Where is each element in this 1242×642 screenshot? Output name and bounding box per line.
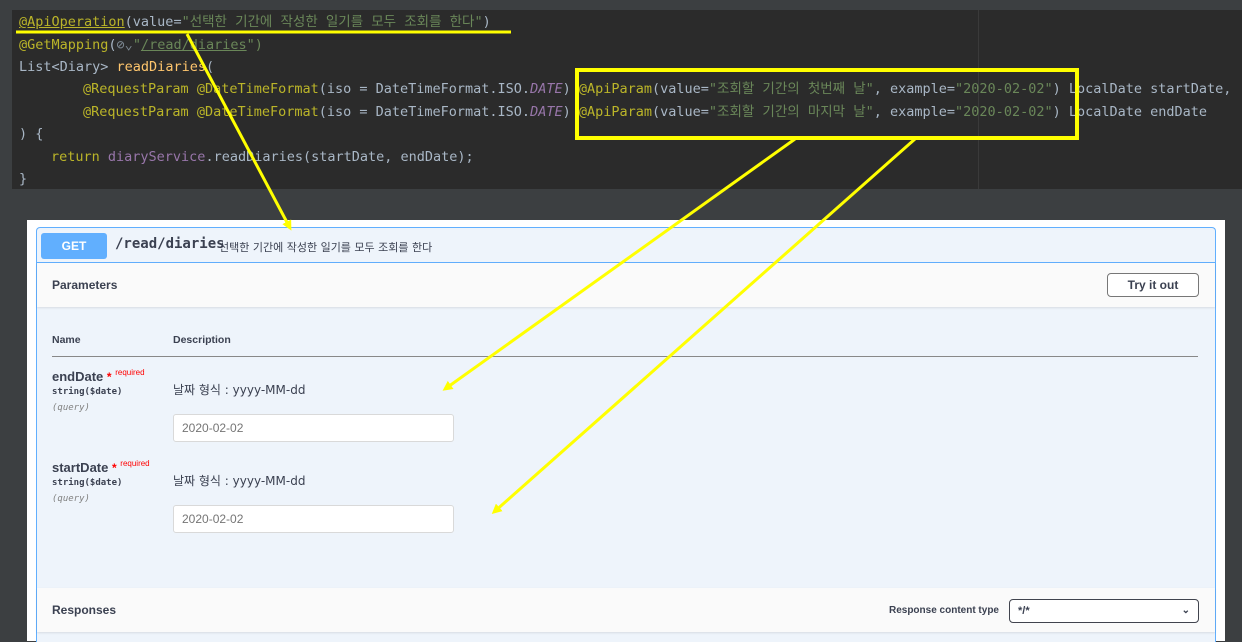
responses-header: Responses Response content type */* ⌄ [37,588,1215,632]
param-type-enddate: string($date) [52,387,123,397]
param-name-enddate: endDate * required [52,368,145,384]
swagger-panel: GET /read/diaries 선택한 기간에 작성한 일기를 모두 조회를… [27,220,1225,642]
code-editor: @ApiOperation(value="선택한 기간에 작성한 일기를 모두 … [12,10,1242,189]
method-badge: GET [41,233,107,259]
mapping-path-string[interactable]: /read/diaries [141,37,247,53]
column-header-name: Name [52,334,81,346]
end-date-description: "조회할 기간의 마지막 날" [708,104,874,120]
enddate-input[interactable] [173,414,454,442]
try-it-out-button[interactable]: Try it out [1107,273,1199,297]
operation-block: GET /read/diaries 선택한 기간에 작성한 일기를 모두 조회를… [36,227,1216,642]
operation-path: /read/diaries [115,236,225,252]
param-description-startdate: 날짜 형식 : yyyy-MM-dd [173,474,306,488]
startdate-input[interactable] [173,505,454,533]
get-mapping-annotation: @GetMapping [19,37,109,53]
api-operation-annotation: @ApiOperation [19,14,125,30]
code-line-2: @GetMapping(⊘⌄"/read/diaries") [19,37,263,53]
header-divider [52,356,1198,357]
column-header-description: Description [173,334,231,346]
code-line-7: return diaryService.readDiaries(startDat… [51,149,474,165]
chevron-down-icon: ⌄ [1181,605,1190,616]
code-line-6: ) { [19,126,44,142]
code-line-5: @RequestParam @DateTimeFormat(iso = Date… [83,104,1208,120]
parameters-header: Parameters Try it out [37,263,1215,307]
response-content-type-select[interactable]: */* ⌄ [1009,599,1199,623]
param-in-enddate: (query) [52,403,90,413]
param-type-startdate: string($date) [52,478,123,488]
responses-title: Responses [52,603,117,617]
parameters-title: Parameters [52,278,118,292]
code-line-3: List<Diary> readDiaries( [19,59,215,75]
param-description-enddate: 날짜 형식 : yyyy-MM-dd [173,383,306,397]
response-content-type-label: Response content type [888,605,999,616]
web-endpoint-icon[interactable]: ⊘⌄ [117,37,133,53]
operation-summary-bar[interactable]: GET /read/diaries 선택한 기간에 작성한 일기를 모두 조회를… [37,228,1215,263]
code-line-4: @RequestParam @DateTimeFormat(iso = Date… [83,81,1232,97]
code-line-8: } [19,171,28,187]
param-name-startdate: startDate * required [52,459,150,475]
start-date-description: "조회할 기간의 첫번째 날" [708,81,874,97]
operation-value-string: "선택한 기간에 작성한 일기를 모두 조회를 한다" [181,14,483,30]
param-in-startdate: (query) [52,494,90,504]
method-name: readDiaries [116,59,206,75]
code-line-1: @ApiOperation(value="선택한 기간에 작성한 일기를 모두 … [19,14,491,30]
operation-summary: 선택한 기간에 작성한 일기를 모두 조회를 한다 [219,241,433,254]
